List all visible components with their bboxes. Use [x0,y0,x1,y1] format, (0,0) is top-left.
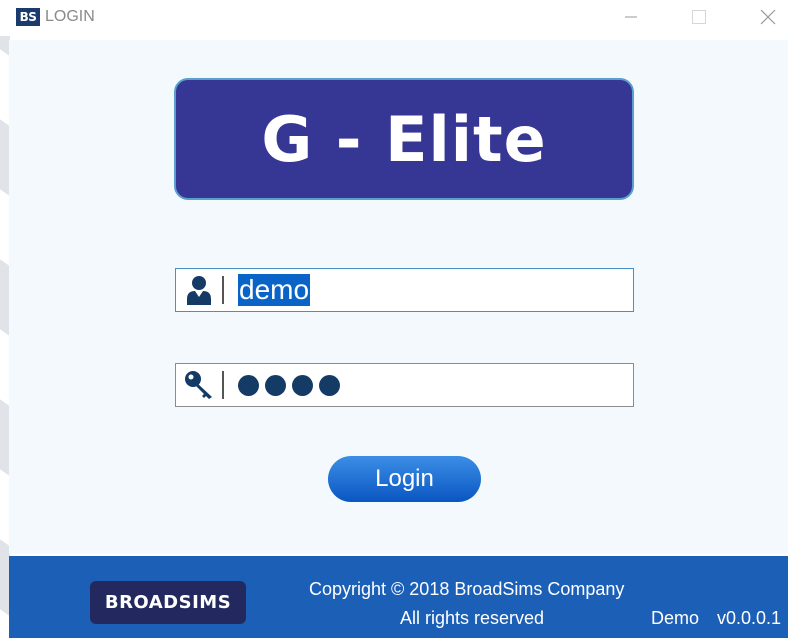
password-mask[interactable] [238,374,340,396]
password-dot [292,374,313,396]
rights-text: All rights reserved [400,608,545,628]
field-separator [222,276,224,304]
maximize-icon [692,10,706,24]
edition-label: Demo [651,608,700,628]
key-icon [176,364,222,406]
minimize-icon [625,16,637,18]
close-button[interactable] [748,2,788,32]
copyright-text: Copyright © 2018 BroadSims Company [309,579,625,599]
password-field[interactable] [175,363,634,407]
minimize-button[interactable] [611,2,651,32]
version-label: v0.0.0.1 [717,608,782,628]
password-dot [238,374,259,396]
app-logo-icon: BS [16,8,40,26]
title-bar: BS LOGIN [0,0,788,36]
close-icon [760,9,776,25]
product-banner: G - Elite [174,78,634,200]
field-separator [222,371,224,399]
product-title: G - Elite [261,102,547,176]
user-icon [176,269,222,311]
username-value[interactable]: demo [238,274,311,306]
username-field[interactable]: demo [175,268,634,312]
maximize-button[interactable] [679,2,719,32]
window-title: LOGIN [45,8,95,25]
password-dot [319,374,340,396]
password-dot [265,374,286,396]
footer: BROADSIMS Copyright © 2018 BroadSims Com… [9,556,788,638]
brand-logo: BROADSIMS [90,581,246,624]
login-button[interactable]: Login [328,456,481,502]
